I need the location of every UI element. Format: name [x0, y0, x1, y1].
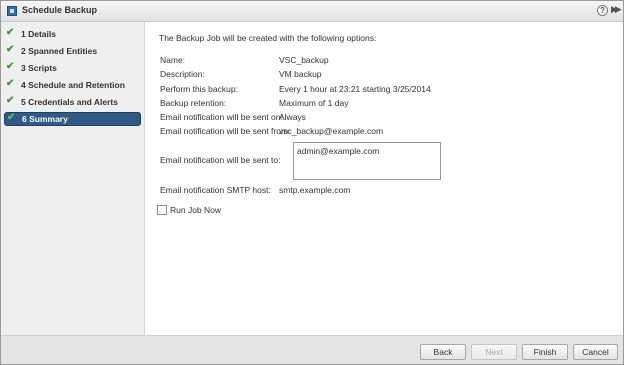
step-scripts[interactable]: ✔ 3 Scripts	[4, 61, 141, 75]
schedule-backup-dialog: Schedule Backup ? ▶▶ ✔ 1 Details ✔ 2 Spa…	[0, 0, 624, 365]
name-value: VSC_backup	[279, 55, 329, 65]
check-icon: ✔	[6, 78, 15, 89]
schedule-label: Perform this backup:	[160, 84, 238, 94]
dialog-title: Schedule Backup	[22, 5, 98, 15]
check-icon: ✔	[6, 61, 15, 72]
run-job-now-checkbox[interactable]	[157, 205, 167, 215]
notify-on-value: Always	[279, 112, 306, 122]
step-credentials-and-alerts[interactable]: ✔ 5 Credentials and Alerts	[4, 95, 141, 109]
back-button[interactable]: Back	[420, 344, 466, 360]
title-bar: Schedule Backup ? ▶▶	[1, 1, 623, 22]
smtp-host-value: smtp.example.com	[279, 185, 351, 195]
notify-to-field[interactable]: admin@example.com	[293, 142, 441, 180]
step-label: 1 Details	[21, 29, 56, 39]
notify-from-label: Email notification will be sent from:	[160, 126, 291, 136]
expand-icon[interactable]: ▶▶	[611, 4, 622, 15]
step-label: 6 Summary	[22, 114, 68, 124]
summary-intro: The Backup Job will be created with the …	[159, 33, 377, 43]
cancel-button[interactable]: Cancel	[573, 344, 618, 360]
name-label: Name:	[160, 55, 186, 65]
help-icon[interactable]: ?	[597, 5, 608, 16]
check-icon: ✔	[6, 95, 15, 106]
description-value: VM backup	[279, 69, 322, 79]
step-summary[interactable]: ✔ 6 Summary	[4, 112, 141, 126]
check-icon: ✔	[6, 27, 15, 38]
dialog-footer: Back Next Finish Cancel	[1, 335, 623, 364]
wizard-steps-sidebar: ✔ 1 Details ✔ 2 Spanned Entities ✔ 3 Scr…	[1, 22, 145, 335]
schedule-value: Every 1 hour at 23:21 starting 3/25/2014	[279, 84, 431, 94]
step-label: 4 Schedule and Retention	[21, 80, 125, 90]
finish-button[interactable]: Finish	[522, 344, 568, 360]
notify-on-label: Email notification will be sent on:	[160, 112, 283, 122]
notify-to-value: admin@example.com	[297, 146, 380, 156]
retention-label: Backup retention:	[160, 98, 227, 108]
check-icon: ✔	[7, 112, 16, 123]
step-spanned-entities[interactable]: ✔ 2 Spanned Entities	[4, 44, 141, 58]
smtp-host-label: Email notification SMTP host:	[160, 185, 271, 195]
step-details[interactable]: ✔ 1 Details	[4, 27, 141, 41]
retention-value: Maximum of 1 day	[279, 98, 349, 108]
notify-from-value: vsc_backup@example.com	[279, 126, 384, 136]
step-label: 2 Spanned Entities	[21, 46, 98, 56]
notify-to-label: Email notification will be sent to:	[160, 155, 281, 165]
step-label: 5 Credentials and Alerts	[21, 97, 118, 107]
summary-panel: The Backup Job will be created with the …	[145, 22, 623, 335]
check-icon: ✔	[6, 44, 15, 55]
run-job-now-label[interactable]: Run Job Now	[170, 205, 221, 215]
next-button[interactable]: Next	[471, 344, 517, 360]
step-schedule-and-retention[interactable]: ✔ 4 Schedule and Retention	[4, 78, 141, 92]
description-label: Description:	[160, 69, 205, 79]
step-label: 3 Scripts	[21, 63, 57, 73]
app-icon	[7, 6, 17, 16]
